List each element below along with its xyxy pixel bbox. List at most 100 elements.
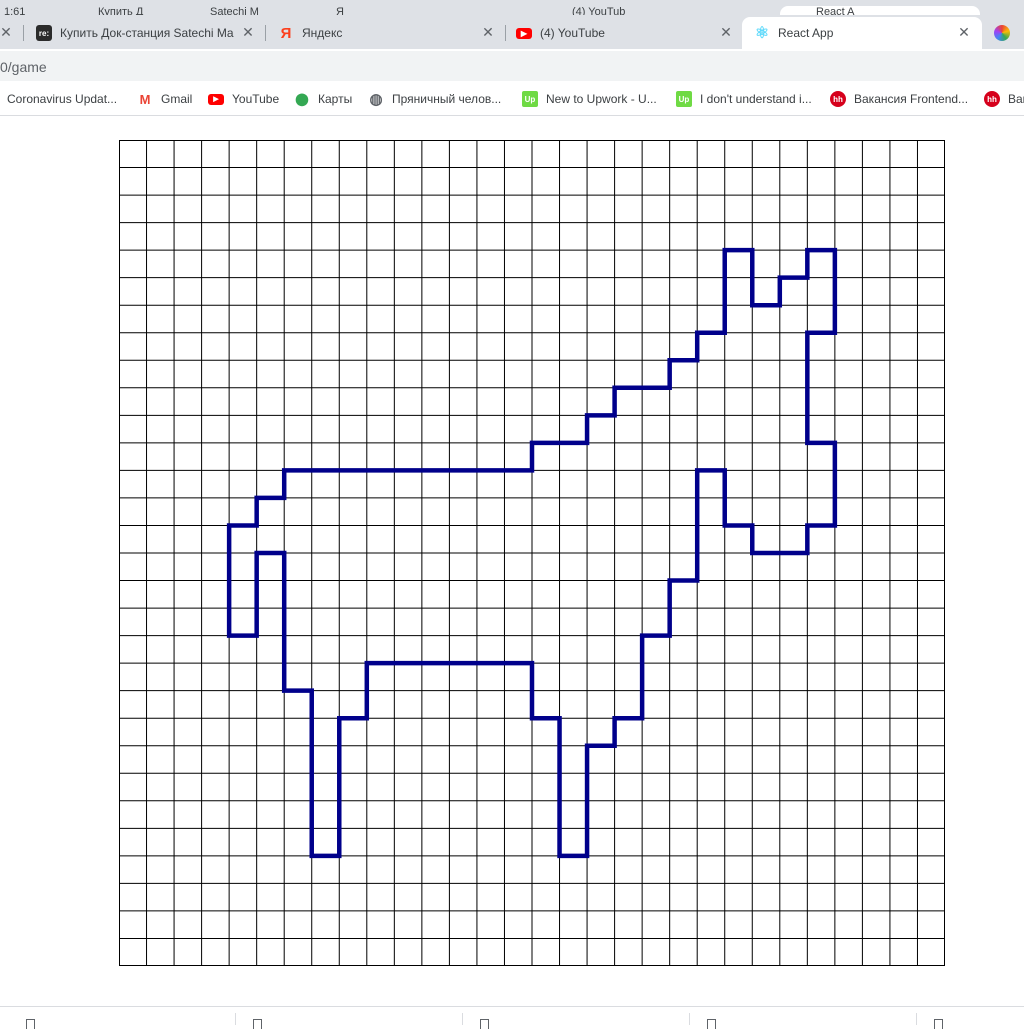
- grid-cell[interactable]: [779, 497, 808, 526]
- grid-cell[interactable]: [146, 167, 175, 196]
- grid-cell[interactable]: [752, 635, 780, 664]
- grid-cell[interactable]: [119, 938, 147, 966]
- grid-cell[interactable]: [697, 910, 725, 939]
- grid-cell[interactable]: [119, 497, 147, 526]
- grid-cell[interactable]: [339, 800, 367, 829]
- grid-cell[interactable]: [449, 883, 477, 911]
- grid-cell[interactable]: [917, 195, 945, 223]
- grid-cell[interactable]: [779, 938, 808, 966]
- grid-cell[interactable]: [146, 277, 175, 306]
- grid-cell[interactable]: [119, 222, 147, 251]
- grid-cell[interactable]: [587, 553, 615, 581]
- grid-cell[interactable]: [807, 195, 835, 223]
- grid-cell[interactable]: [284, 883, 312, 911]
- grid-cell[interactable]: [284, 663, 312, 691]
- grid-cell[interactable]: [366, 497, 395, 526]
- grid-cell[interactable]: [366, 332, 395, 361]
- grid-cell[interactable]: [449, 910, 477, 939]
- grid-cell[interactable]: [532, 608, 560, 636]
- grid-cell[interactable]: [642, 360, 670, 388]
- bookmark-hh-frontend[interactable]: hh Вакансия Frontend...: [830, 90, 968, 108]
- grid-cell[interactable]: [174, 387, 202, 416]
- grid-cell[interactable]: [504, 883, 532, 911]
- grid-cell[interactable]: [421, 470, 450, 498]
- grid-cell[interactable]: [421, 745, 450, 774]
- grid-cell[interactable]: [339, 745, 367, 774]
- grid-cell[interactable]: [504, 167, 532, 196]
- grid-cell[interactable]: [642, 222, 670, 251]
- grid-cell[interactable]: [366, 855, 395, 884]
- grid-cell[interactable]: [559, 690, 588, 719]
- grid-cell[interactable]: [366, 195, 395, 223]
- grid-cell[interactable]: [724, 663, 753, 691]
- grid-cell[interactable]: [146, 718, 175, 746]
- grid-cell[interactable]: [366, 938, 395, 966]
- grid-cell[interactable]: [779, 387, 808, 416]
- grid-cell[interactable]: [174, 415, 202, 443]
- grid-cell[interactable]: [339, 828, 367, 856]
- grid-cell[interactable]: [339, 167, 367, 196]
- grid-cell[interactable]: [119, 690, 147, 719]
- grid-cell[interactable]: [174, 305, 202, 333]
- grid-cell[interactable]: [917, 167, 945, 196]
- grid-cell[interactable]: [284, 277, 312, 306]
- grid-cell[interactable]: [284, 525, 312, 553]
- grid-cell[interactable]: [201, 828, 230, 856]
- grid-cell[interactable]: [394, 800, 422, 829]
- grid-cell[interactable]: [752, 718, 780, 746]
- grid-cell[interactable]: [724, 718, 753, 746]
- grid-cell[interactable]: [834, 690, 863, 719]
- grid-cell[interactable]: [587, 718, 615, 746]
- grid-cell[interactable]: [339, 387, 367, 416]
- grid-cell[interactable]: [476, 497, 505, 526]
- tab-partial-right[interactable]: [982, 17, 1024, 49]
- grid-cell[interactable]: [311, 910, 340, 939]
- grid-cell[interactable]: [752, 167, 780, 196]
- grid-cell[interactable]: [256, 745, 285, 774]
- grid-cell[interactable]: [642, 608, 670, 636]
- grid-cell[interactable]: [504, 635, 532, 664]
- grid-cell[interactable]: [559, 663, 588, 691]
- grid-cell[interactable]: [256, 580, 285, 609]
- grid-cell[interactable]: [421, 635, 450, 664]
- grid-cell[interactable]: [752, 277, 780, 306]
- grid-cell[interactable]: [146, 305, 175, 333]
- grid-cell[interactable]: [476, 222, 505, 251]
- grid-cell[interactable]: [752, 580, 780, 609]
- grid-cell[interactable]: [394, 250, 422, 278]
- grid-cell[interactable]: [669, 580, 698, 609]
- grid-cell[interactable]: [394, 580, 422, 609]
- grid-cell[interactable]: [779, 360, 808, 388]
- tab-youtube[interactable]: ▶ (4) YouTube ✕: [504, 17, 744, 49]
- grid-cell[interactable]: [504, 718, 532, 746]
- grid-cell[interactable]: [779, 663, 808, 691]
- grid-cell[interactable]: [669, 883, 698, 911]
- grid-cell[interactable]: [256, 855, 285, 884]
- grid-cell[interactable]: [256, 277, 285, 306]
- grid-cell[interactable]: [449, 305, 477, 333]
- grid-cell[interactable]: [889, 140, 918, 168]
- grid-cell[interactable]: [339, 635, 367, 664]
- grid-cell[interactable]: [779, 580, 808, 609]
- grid-cell[interactable]: [697, 305, 725, 333]
- grid-cell[interactable]: [174, 250, 202, 278]
- grid-cell[interactable]: [339, 415, 367, 443]
- grid-cell[interactable]: [669, 140, 698, 168]
- grid-cell[interactable]: [476, 745, 505, 774]
- grid-cell[interactable]: [146, 222, 175, 251]
- grid-cell[interactable]: [752, 525, 780, 553]
- grid-cell[interactable]: [366, 745, 395, 774]
- grid-cell[interactable]: [834, 250, 863, 278]
- grid-cell[interactable]: [642, 910, 670, 939]
- grid-cell[interactable]: [504, 415, 532, 443]
- grid-cell[interactable]: [834, 800, 863, 829]
- grid-cell[interactable]: [917, 415, 945, 443]
- grid-cell[interactable]: [174, 553, 202, 581]
- grid-cell[interactable]: [504, 690, 532, 719]
- grid-cell[interactable]: [394, 745, 422, 774]
- grid-cell[interactable]: [119, 167, 147, 196]
- grid-cell[interactable]: [642, 387, 670, 416]
- grid-cell[interactable]: [779, 525, 808, 553]
- grid-cell[interactable]: [504, 497, 532, 526]
- grid-cell[interactable]: [862, 800, 890, 829]
